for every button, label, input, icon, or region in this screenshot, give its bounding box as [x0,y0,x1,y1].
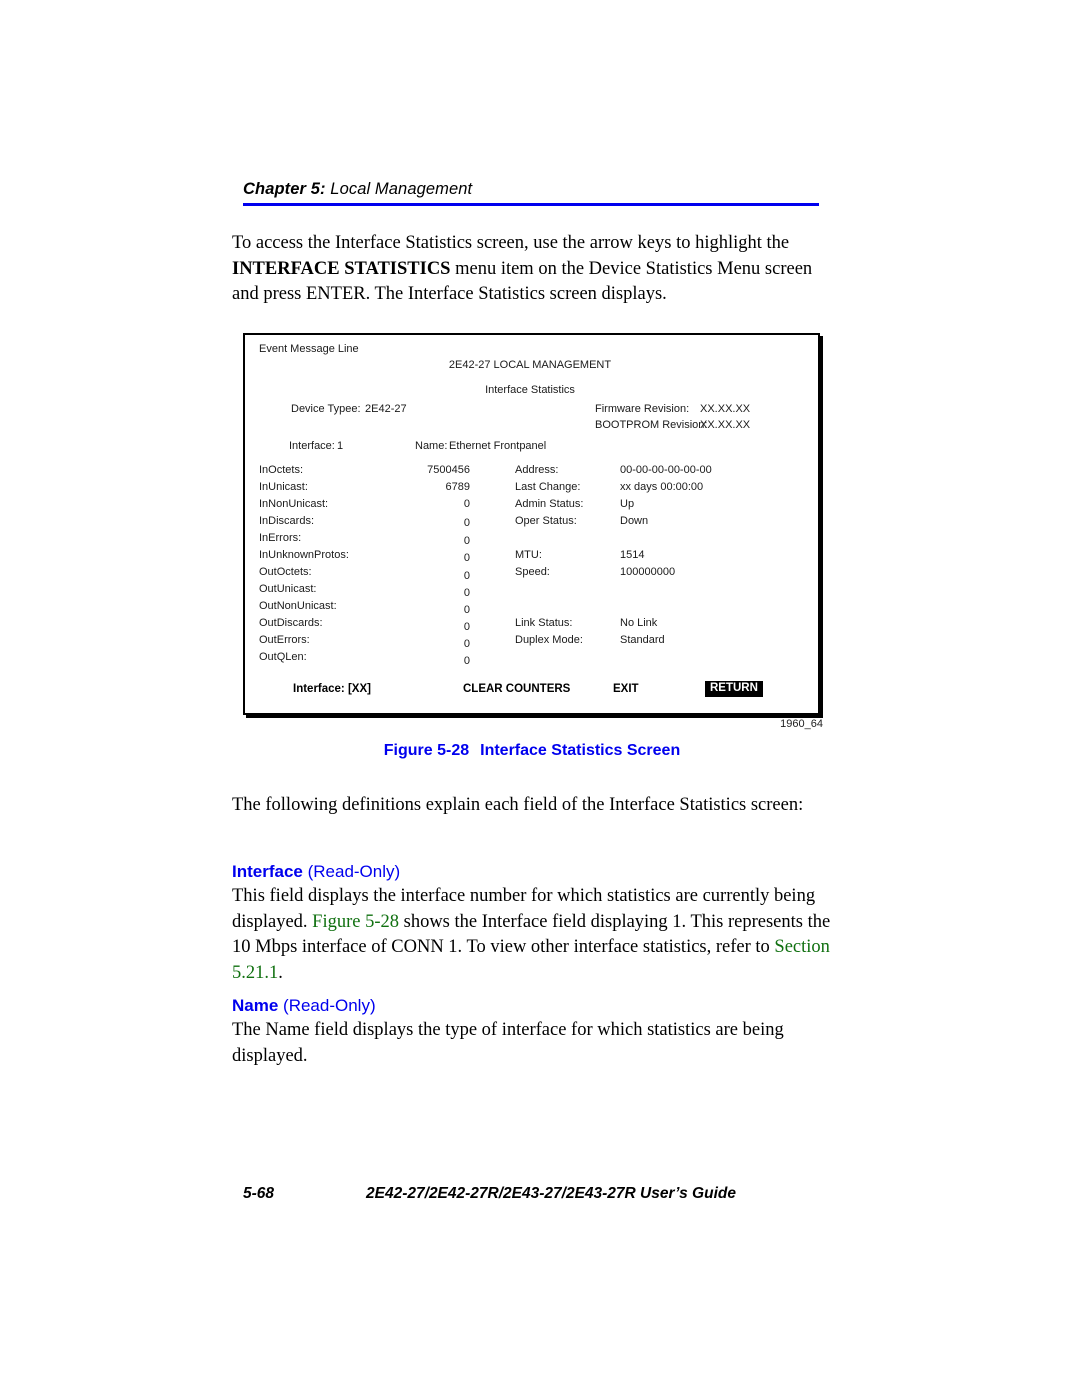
interface-heading-name: Interface [232,862,303,881]
page-header: Chapter 5: Local Management [243,180,819,206]
stat-value: 0 [463,552,470,564]
name-field-label: Name: [415,440,448,452]
stat-label: Oper Status: [515,515,577,527]
stat-label: Speed: [515,566,550,578]
stat-label: Link Status: [515,617,573,629]
interface-section-heading: Interface (Read-Only) [232,862,832,882]
stat-label: OutUnicast: [259,583,317,595]
header-rule-divider [243,203,819,206]
stat-label: InUnicast: [259,481,308,493]
stat-value: 0 [463,517,470,529]
guide-title: 2E42-27/2E42-27R/2E43-27/2E43-27R User’s… [366,1185,736,1202]
device-type-label: Device Typee: [291,403,361,415]
interface-selector-field[interactable]: Interface: [XX] [293,683,371,696]
intro-text-bold: INTERFACE STATISTICS [232,258,451,279]
stat-label: Address: [515,464,559,476]
intro-paragraph: To access the Interface Statistics scree… [232,231,832,308]
stat-label: Admin Status: [515,498,584,510]
stat-value: No Link [620,617,658,629]
stat-label: Last Change: [515,481,581,493]
stat-value: Standard [620,634,665,646]
stat-value: 0 [463,604,470,616]
stat-value: 1514 [620,549,645,561]
stat-value: 0 [463,570,470,582]
stat-label: OutNonUnicast: [259,600,337,612]
stat-label: InUnknownProtos: [259,549,349,561]
definitions-intro-paragraph: The following definitions explain each f… [232,795,804,815]
stat-value: 0 [463,498,470,510]
terminal-title: 2E42-27 LOCAL MANAGEMENT [448,359,612,371]
stat-value: 0 [463,621,470,633]
stat-value: Up [620,498,635,510]
stat-label: InOctets: [259,464,304,476]
figure-id-number: 1960_64 [780,718,823,730]
stat-value: 6789 [445,481,470,493]
stat-value: 100000000 [620,566,676,578]
figure-crossref-link[interactable]: Figure 5-28 [312,912,399,932]
stat-label: OutDiscards: [259,617,323,629]
firmware-revision-label: Firmware Revision: [595,403,690,415]
terminal-screen: Event Message Line 2E42-27 LOCAL MANAGEM… [243,333,820,715]
figure-caption-title: Interface Statistics Screen [480,742,681,759]
intro-text-part1: To access the Interface Statistics scree… [232,233,790,253]
stat-value: 0 [463,638,470,650]
stat-value: 0 [463,655,470,667]
name-field-value: Ethernet Frontpanel [449,440,547,452]
interface-field-label: Interface: [289,440,335,452]
firmware-revision-value: XX.XX.XX [700,403,751,415]
name-heading-mode: (Read-Only) [278,996,376,1015]
stat-label: OutQLen: [259,651,307,663]
stat-label: OutOctets: [259,566,312,578]
figure-caption-number: Figure 5-28 [383,742,470,759]
device-type-value: 2E42-27 [365,403,407,415]
stat-value: 00-00-00-00-00-00 [620,464,712,476]
name-section-body: The Name field displays the type of inte… [232,1020,784,1066]
running-header-text: Chapter 5: Local Management [243,180,819,199]
figure-block: Event Message Line 2E42-27 LOCAL MANAGEM… [243,333,823,730]
bootprom-revision-label: BOOTPROM Revision: [595,419,708,431]
exit-button[interactable]: EXIT [613,683,639,696]
return-button[interactable]: RETURN [705,681,763,697]
stat-label: MTU: [515,549,542,561]
figure-caption: Figure 5-28 Interface Statistics Screen [232,742,832,760]
stat-value: 0 [463,587,470,599]
stat-label: InDiscards: [259,515,315,527]
name-section-heading: Name (Read-Only) [232,996,832,1016]
running-header-chapter: Chapter 5: [243,180,326,198]
bootprom-revision-value: XX.XX.XX [700,419,751,431]
stat-value: Down [620,515,649,527]
stat-label: InErrors: [259,532,302,544]
interface-heading-mode: (Read-Only) [302,862,401,881]
stat-value: 0 [463,535,470,547]
stat-value: xx days 00:00:00 [620,481,704,493]
stat-label: Duplex Mode: [515,634,583,646]
clear-counters-button[interactable]: CLEAR COUNTERS [463,683,570,696]
stat-label: OutErrors: [259,634,310,646]
return-button-wrap[interactable]: RETURN [705,681,763,697]
terminal-subtitle: Interface Statistics [485,384,575,396]
name-heading-name: Name [232,996,279,1015]
running-header-title: Local Management [325,180,473,198]
stat-value: 7500456 [427,464,470,476]
stat-label: InNonUnicast: [259,498,329,510]
interface-section-body: This field displays the interface number… [232,884,832,986]
interface-body-part3: . [278,962,283,983]
event-message-line: Event Message Line [259,343,359,355]
interface-field-value: 1 [337,440,344,452]
